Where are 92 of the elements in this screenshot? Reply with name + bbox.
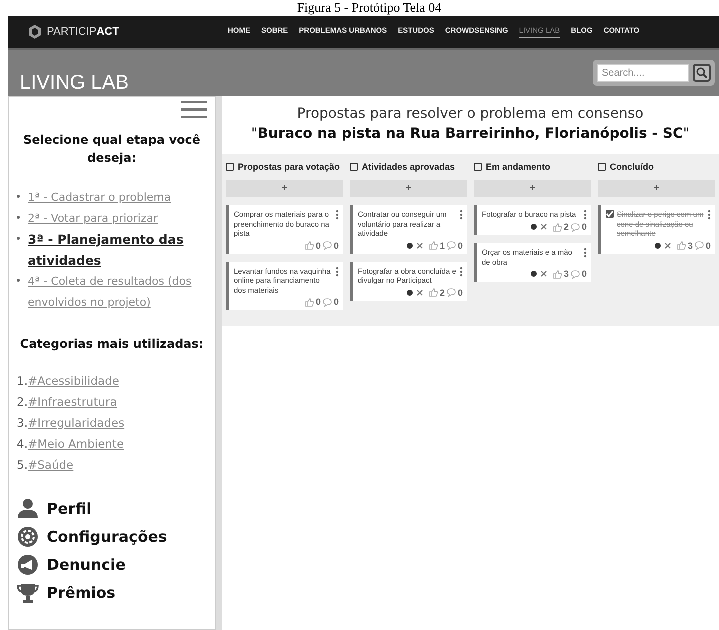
category-link[interactable]: #Acessibilidade — [28, 371, 120, 392]
close-icon — [540, 224, 547, 230]
bullet-icon — [17, 279, 20, 282]
bullet-icon — [17, 237, 20, 240]
menu-item[interactable]: Configurações — [17, 526, 207, 548]
like-count: 0 — [316, 240, 321, 250]
comment-count: 0 — [706, 240, 711, 250]
search-field[interactable]: Search.... — [597, 64, 689, 82]
list-number: 1. — [17, 373, 28, 390]
thumbs-up-icon — [676, 241, 686, 250]
like-count: 3 — [564, 269, 569, 279]
page-title: LIVING LAB — [19, 71, 129, 95]
close-icon — [664, 242, 671, 248]
more-options-icon — [336, 266, 339, 276]
search-icon — [696, 67, 708, 79]
menu-item[interactable]: Perfil — [17, 498, 207, 520]
like-count: 1 — [440, 240, 445, 250]
comment-count: 0 — [582, 269, 587, 279]
speech-bubble-icon — [694, 241, 704, 250]
search-button[interactable] — [693, 64, 711, 82]
category-link[interactable]: #Meio Ambiente — [28, 434, 124, 455]
checkbox-icon — [226, 163, 234, 171]
more-options-icon — [584, 248, 587, 258]
more-options-icon — [336, 210, 339, 220]
comment-count: 0 — [458, 288, 463, 298]
menu-item[interactable]: Prêmios — [17, 582, 207, 604]
comment-count: 0 — [458, 240, 463, 250]
add-card-button[interactable]: + — [474, 180, 591, 197]
thumbs-up-icon — [428, 288, 438, 297]
section-heading: Selecione qual etapa você deseja: — [22, 132, 202, 167]
thumbs-up-icon — [304, 241, 314, 250]
column-title: Atividades aprovadas — [362, 162, 456, 172]
speech-bubble-icon — [570, 270, 580, 278]
megaphone-icon — [17, 554, 39, 576]
column-title: Propostas para votação — [238, 162, 340, 172]
comment-count: 0 — [334, 297, 339, 307]
speech-bubble-icon — [446, 241, 456, 250]
checkmark-icon — [606, 210, 614, 218]
figure-caption: Figura 5 - Protótipo Tela 04 — [296, 0, 443, 16]
add-card-button[interactable]: + — [350, 180, 467, 197]
gear-icon — [17, 526, 39, 548]
checkbox-icon — [350, 163, 358, 171]
close-icon — [416, 290, 423, 296]
list-number: 5. — [17, 457, 28, 474]
speech-bubble-icon — [322, 241, 332, 250]
bullet-icon — [17, 216, 20, 219]
step-link[interactable]: 4ª - Coleta de resultados (dos envolvidos no projeto) — [28, 271, 207, 313]
like-count: 3 — [688, 240, 693, 250]
close-icon — [540, 271, 547, 277]
category-link[interactable]: #Saúde — [28, 455, 74, 476]
thumbs-up-icon — [428, 241, 438, 250]
menu-item[interactable]: Denuncie — [17, 554, 207, 576]
add-card-button[interactable]: + — [226, 180, 343, 197]
column-title: Concluído — [610, 162, 654, 172]
checkbox-icon — [598, 163, 606, 171]
close-icon — [416, 242, 423, 248]
category-link[interactable]: #Infraestrutura — [28, 392, 118, 413]
like-count: 0 — [316, 297, 321, 307]
bullet-icon — [17, 195, 20, 198]
board-title: Propostas para resolver o problema em consenso — [296, 106, 645, 122]
person-icon — [17, 498, 39, 520]
speech-bubble-icon — [570, 222, 580, 232]
more-options-icon — [460, 210, 463, 220]
add-card-button[interactable]: + — [598, 180, 715, 197]
step-link[interactable]: 3ª - Planejamento das atividades — [28, 229, 207, 271]
column-title: Em andamento — [486, 162, 551, 172]
cube-logo-icon — [28, 25, 42, 39]
step-link[interactable]: 1ª - Cadastrar o problema — [28, 187, 172, 208]
more-options-icon — [708, 210, 711, 220]
category-link[interactable]: #Irregularidades — [28, 413, 125, 434]
logo-text[interactable]: PARTICIPACT — [47, 26, 120, 38]
comment-count: 0 — [582, 222, 587, 232]
like-count: 2 — [440, 288, 445, 298]
more-options-icon — [584, 210, 587, 220]
step-link[interactable]: 2ª - Votar para priorizar — [28, 208, 158, 229]
more-options-icon — [460, 266, 463, 276]
menu-icon — [181, 101, 207, 119]
speech-bubble-icon — [446, 288, 456, 297]
list-number: 3. — [17, 415, 28, 432]
thumbs-up-icon — [552, 222, 562, 232]
section-heading: Categorias mais utilizadas: — [19, 336, 205, 353]
speech-bubble-icon — [322, 298, 332, 306]
thumbs-up-icon — [304, 298, 314, 306]
thumbs-up-icon — [552, 270, 562, 278]
problem-title: "Buraco na pista na Rua Barreirinho, Florianópolis - SC" — [250, 126, 691, 142]
trophy-icon — [17, 582, 39, 604]
checkbox-icon — [474, 163, 482, 171]
comment-count: 0 — [334, 240, 339, 250]
checkbox[interactable] — [606, 210, 614, 218]
list-number: 4. — [17, 436, 28, 453]
list-number: 2. — [17, 394, 28, 411]
like-count: 2 — [564, 222, 569, 232]
